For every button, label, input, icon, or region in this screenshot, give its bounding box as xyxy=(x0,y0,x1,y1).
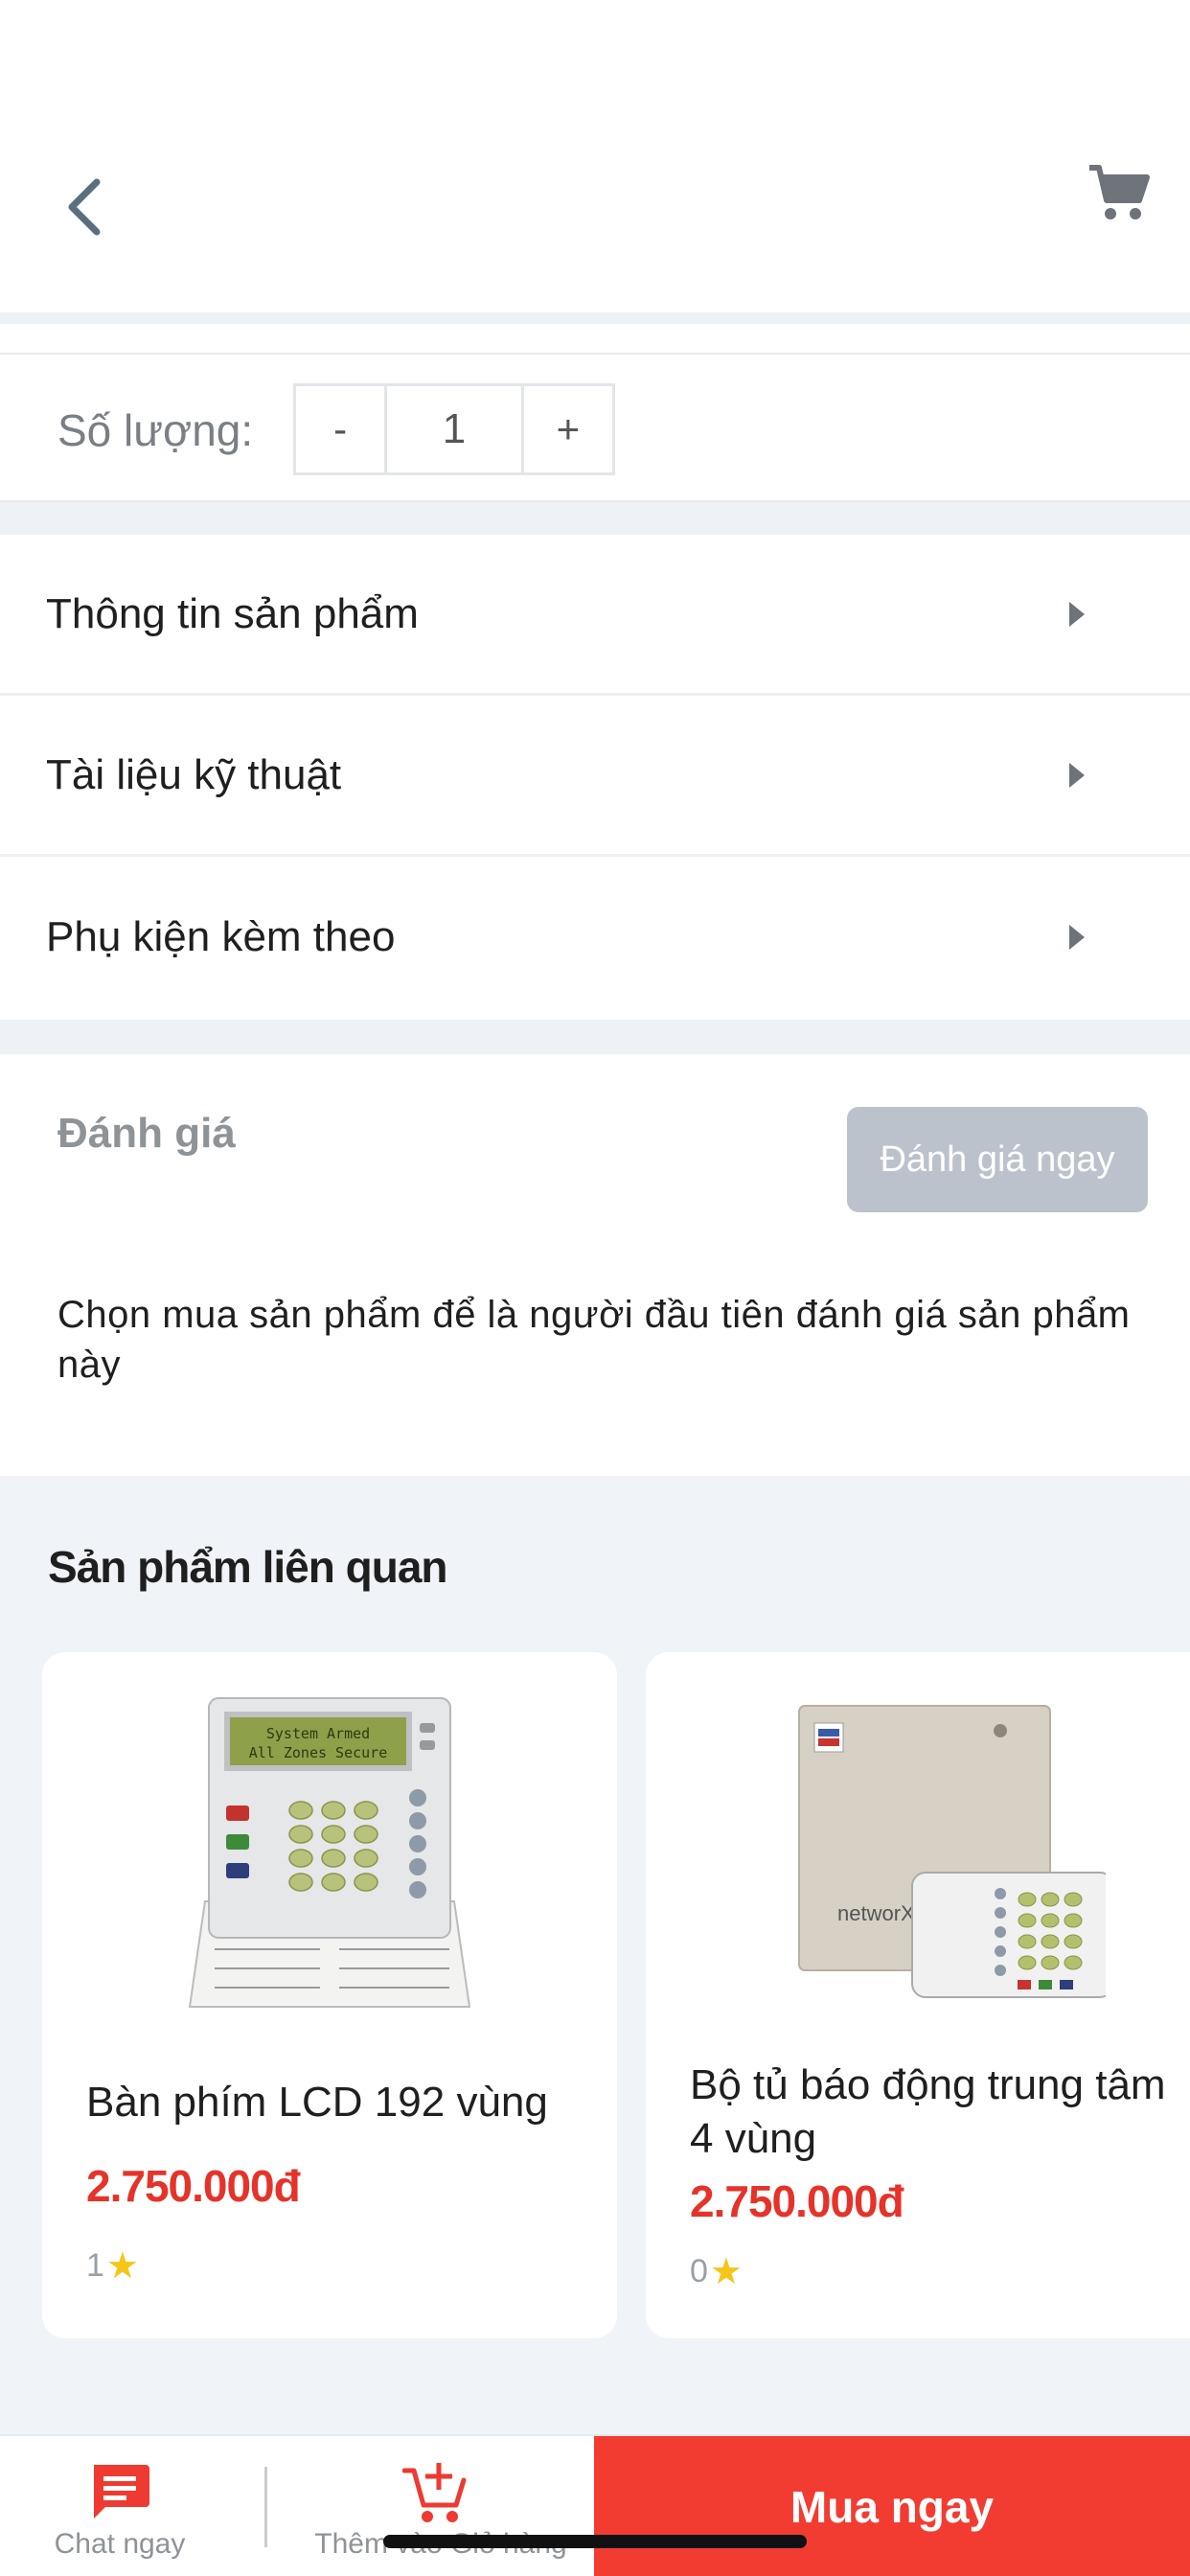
related-products-title: Sản phẩm liên quan xyxy=(48,1542,448,1592)
product-rating: 0 ★ xyxy=(690,2250,743,2293)
menu-item-product-info[interactable]: Thông tin sản phẩm xyxy=(0,535,1190,696)
cart-button[interactable] xyxy=(1081,155,1157,232)
add-to-cart-button[interactable]: Thêm vào Giỏ hàng xyxy=(278,2436,594,2576)
add-to-cart-icon xyxy=(402,2463,467,2522)
menu-item-label: Thông tin sản phẩm xyxy=(46,589,419,637)
rating-value: 0 xyxy=(690,2253,708,2289)
menu-item-label: Phụ kiện kèm theo xyxy=(46,913,396,960)
bottom-action-bar: Chat ngay Thêm vào Giỏ hàng Mua ngay xyxy=(0,2434,1190,2576)
menu-item-label: Tài liệu kỹ thuật xyxy=(46,750,342,798)
review-empty-message: Chọn mua sản phẩm để là người đầu tiên đ… xyxy=(57,1294,1131,1386)
buy-now-button[interactable]: Mua ngay xyxy=(594,2436,1190,2576)
menu-item-technical-docs[interactable]: Tài liệu kỹ thuật xyxy=(0,696,1190,857)
product-price: 2.750.000đ xyxy=(690,2176,904,2226)
product-card[interactable]: networX Bộ tủ báo động trung tâm 4 vùng … xyxy=(646,1652,1190,2338)
product-card[interactable]: System Armed All Zones Secure Bàn phím L… xyxy=(42,1652,617,2338)
decrease-quantity-button[interactable]: - xyxy=(296,386,384,472)
product-price: 2.750.000đ xyxy=(86,2161,301,2211)
related-products-section: Sản phẩm liên quan System Armed All Zone… xyxy=(0,1476,1190,2434)
menu-item-accessories[interactable]: Phụ kiện kèm theo xyxy=(0,857,1190,1018)
product-name: Bộ tủ báo động trung tâm 4 vùng xyxy=(690,2061,1166,2162)
svg-text:networX: networX xyxy=(837,1901,915,1925)
cart-icon xyxy=(1089,165,1150,219)
top-nav-bar xyxy=(0,0,1190,316)
quantity-value[interactable]: 1 xyxy=(384,386,524,472)
product-info-menu: Thông tin sản phẩm Tài liệu kỹ thuật Phụ… xyxy=(0,535,1190,1018)
section-spacer xyxy=(0,502,1190,535)
product-name: Bàn phím LCD 192 vùng xyxy=(86,2079,548,2126)
quantity-label: Số lượng: xyxy=(57,405,254,455)
home-indicator xyxy=(383,2535,807,2548)
star-icon: ★ xyxy=(105,2246,139,2287)
product-rating: 1 ★ xyxy=(86,2244,139,2288)
increase-quantity-button[interactable]: + xyxy=(524,386,612,472)
header-divider xyxy=(0,312,1190,324)
write-review-button[interactable]: Đánh giá ngay xyxy=(847,1107,1148,1212)
svg-text:All Zones Secure: All Zones Secure xyxy=(249,1744,388,1761)
chat-button-label: Chat ngay xyxy=(54,2528,186,2560)
rating-value: 1 xyxy=(86,2247,104,2284)
product-image: networX xyxy=(646,1652,1190,2055)
review-section: Đánh giá Đánh giá ngay Chọn mua sản phẩm… xyxy=(0,1054,1190,1476)
back-button[interactable] xyxy=(50,169,117,245)
chevron-left-icon xyxy=(68,178,101,236)
caret-right-icon xyxy=(1069,925,1085,950)
lcd-keypad-image: System Armed All Zones Secure xyxy=(188,1697,471,2008)
alarm-panel-image: networX xyxy=(798,1705,1106,1998)
chat-button[interactable]: Chat ngay xyxy=(0,2436,240,2576)
quantity-section: Số lượng: - 1 + xyxy=(0,353,1190,502)
caret-right-icon xyxy=(1069,762,1085,788)
svg-text:System Armed: System Armed xyxy=(266,1725,370,1742)
section-spacer xyxy=(0,1020,1190,1054)
bottom-bar-divider xyxy=(264,2467,267,2547)
star-icon: ★ xyxy=(709,2252,743,2292)
product-image: System Armed All Zones Secure xyxy=(42,1652,617,2055)
review-title: Đánh giá xyxy=(57,1110,236,1157)
quantity-stepper: - 1 + xyxy=(293,383,615,475)
caret-right-icon xyxy=(1069,601,1085,627)
chat-bubble-icon xyxy=(94,2465,149,2518)
